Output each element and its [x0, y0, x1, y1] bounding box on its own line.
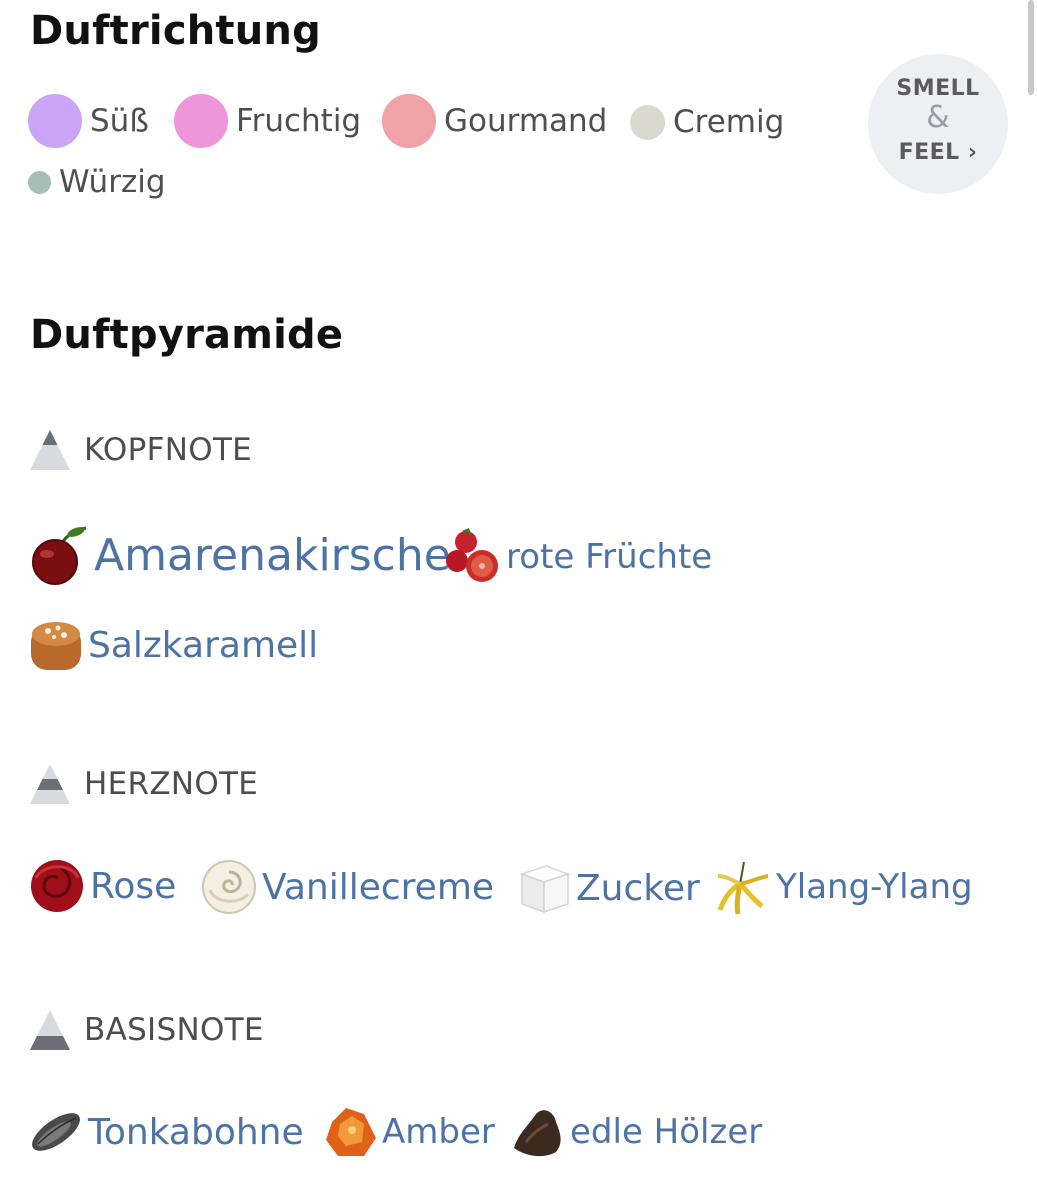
accord-wuerzig: Würzig: [28, 164, 166, 200]
level-label: HERZNOTE: [84, 766, 259, 802]
salted-caramel-icon: [31, 622, 81, 670]
note-salzkaramell[interactable]: Salzkaramell: [28, 616, 318, 674]
level-herznote: HERZNOTE: [28, 762, 258, 806]
accord-cremig: Cremig: [630, 104, 784, 140]
note-label: Zucker: [576, 867, 700, 909]
accord-fruchtig: Fruchtig: [174, 94, 361, 148]
note-label: Amarenakirsche: [94, 529, 451, 581]
smell-and-feel-button[interactable]: SMELL & FEEL ›: [868, 54, 1008, 194]
level-kopfnote: KOPFNOTE: [28, 428, 252, 472]
accord-color-dot: [28, 94, 82, 148]
note-tonkabohne[interactable]: Tonkabohne: [28, 1104, 304, 1160]
sugar-cube-icon: [519, 865, 571, 914]
note-ylang-ylang[interactable]: Ylang-Ylang: [714, 858, 973, 916]
accord-color-dot: [28, 170, 51, 194]
accord-color-dot: [382, 94, 436, 148]
note-label: rote Früchte: [506, 537, 713, 577]
accord-label: Würzig: [59, 164, 166, 200]
note-label: Amber: [382, 1112, 495, 1152]
smell-feel-line2: FEEL ›: [898, 140, 978, 165]
precious-woods-icon: [514, 1110, 561, 1157]
note-label: edle Hölzer: [570, 1112, 763, 1152]
section-title-duftpyramide: Duftpyramide: [30, 312, 344, 358]
note-edle-hoelzer[interactable]: edle Hölzer: [510, 1104, 762, 1160]
accord-label: Cremig: [673, 104, 785, 140]
section-title-duftrichtung: Duftrichtung: [30, 8, 321, 54]
pyramid-top-icon: [30, 430, 70, 470]
level-basisnote: BASISNOTE: [28, 1008, 264, 1052]
smell-feel-line1: SMELL: [896, 76, 980, 101]
note-label: Rose: [90, 865, 177, 907]
pyramid-middle-icon: [30, 764, 70, 804]
note-vanillecreme[interactable]: Vanillecreme: [200, 858, 494, 916]
note-label: Ylang-Ylang: [776, 867, 973, 907]
vanilla-cream-icon: [202, 860, 256, 914]
accord-color-dot: [174, 94, 228, 148]
red-fruits-icon: [446, 528, 498, 582]
note-rote-fruechte[interactable]: rote Früchte: [444, 528, 712, 586]
pyramid-base-icon: [30, 1010, 70, 1050]
note-rose[interactable]: Rose: [28, 856, 176, 916]
note-label: Salzkaramell: [88, 624, 319, 666]
note-label: Vanillecreme: [262, 866, 495, 908]
amber-icon: [326, 1108, 376, 1156]
note-zucker[interactable]: Zucker: [518, 860, 700, 916]
accord-color-dot: [630, 104, 665, 140]
accord-suess: Süß: [28, 94, 149, 148]
rose-icon: [31, 860, 83, 912]
accord-gourmand: Gourmand: [382, 94, 607, 148]
level-label: BASISNOTE: [84, 1012, 264, 1048]
note-amarenakirsche[interactable]: Amarenakirsche: [28, 524, 451, 586]
accord-label: Gourmand: [444, 103, 608, 139]
smell-feel-ampersand: &: [926, 100, 950, 135]
ylang-ylang-flower-icon: [717, 861, 769, 915]
accord-label: Süß: [90, 103, 149, 139]
accord-label: Fruchtig: [236, 103, 362, 139]
level-label: KOPFNOTE: [84, 432, 253, 468]
tonka-bean-icon: [32, 1113, 80, 1151]
note-label: Tonkabohne: [88, 1111, 304, 1153]
note-amber[interactable]: Amber: [324, 1104, 495, 1160]
cherry-icon: [32, 526, 87, 585]
scrollbar[interactable]: [1028, 0, 1034, 95]
